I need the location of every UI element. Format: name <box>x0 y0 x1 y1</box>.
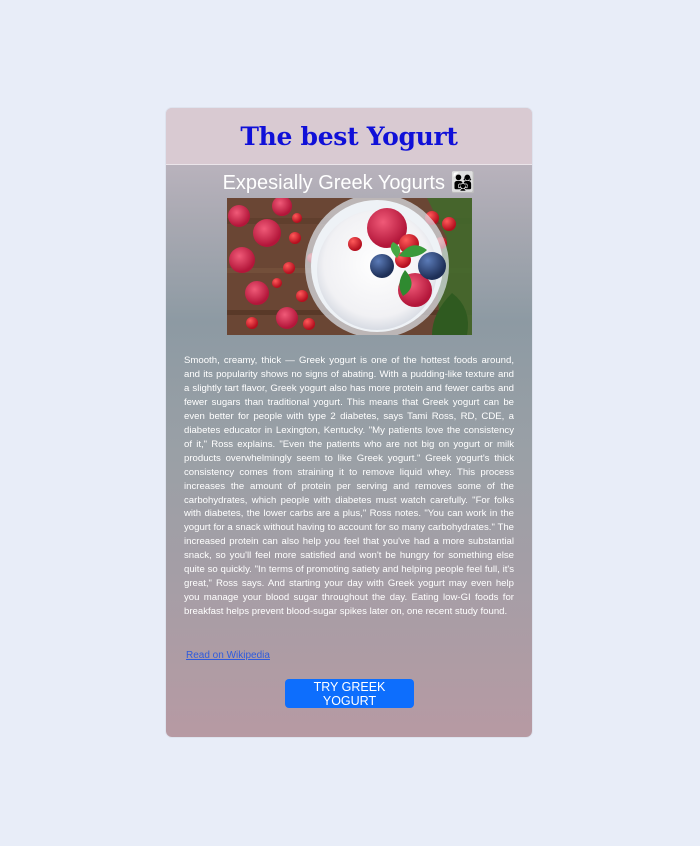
wikipedia-link[interactable]: Read on Wikipedia <box>186 650 270 661</box>
yogurt-photo <box>227 198 472 335</box>
try-greek-yogurt-button[interactable]: TRY GREEK YOGURT <box>285 679 414 708</box>
article-body: Smooth, creamy, thick — Greek yogurt is … <box>184 355 514 618</box>
yogurt-card: The best Yogurt Expesially Greek Yogurts… <box>166 108 532 737</box>
page-title: The best Yogurt <box>240 121 458 151</box>
family-emoji-icon: 👨‍👩‍👧 <box>450 170 476 194</box>
subtitle-text: Expesially Greek Yogurts <box>222 172 445 194</box>
subtitle: Expesially Greek Yogurts 👨‍👩‍👧 <box>166 168 532 197</box>
card-header: The best Yogurt <box>166 108 532 165</box>
yogurt-photo-illustration <box>227 198 472 335</box>
